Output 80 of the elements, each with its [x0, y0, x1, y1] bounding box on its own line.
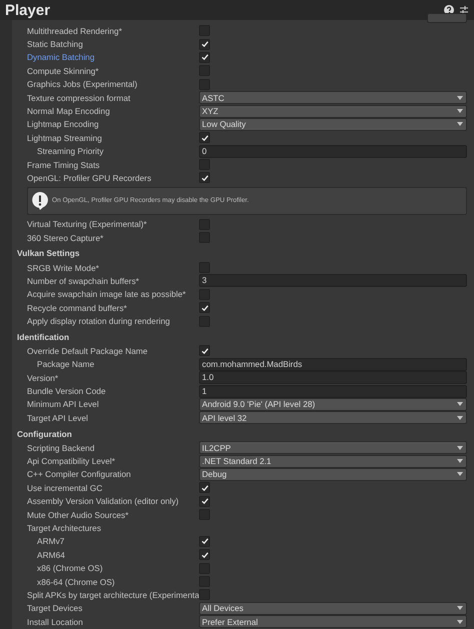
setting-label: Dynamic Batching: [27, 52, 96, 62]
checkbox[interactable]: [199, 496, 210, 507]
setting-label: ARM64: [37, 550, 66, 560]
setting-label: Scripting Backend: [27, 442, 96, 453]
checkbox[interactable]: [199, 172, 210, 184]
setting-label: Target Devices: [27, 603, 84, 614]
setting-label: Target API Level: [27, 412, 89, 423]
setting-label: Assembly Version Validation (editor only): [27, 496, 180, 506]
caret-icon: [457, 122, 463, 126]
caret-icon: [457, 620, 463, 624]
input-field[interactable]: com.mohammed.MadBirds: [199, 358, 467, 371]
checkbox[interactable]: [199, 549, 210, 560]
setting-label: ARMv7: [37, 536, 66, 546]
dropdown[interactable]: API level 32: [199, 411, 467, 424]
caret-icon: [457, 96, 463, 100]
setting-label: Virtual Texturing (Experimental)*: [27, 219, 148, 230]
input-field[interactable]: 3: [199, 274, 467, 288]
dropdown[interactable]: Prefer External: [199, 615, 467, 628]
window-title: Player: [5, 2, 52, 18]
setting-label: Override Default Package Name: [27, 346, 149, 356]
setting-label: 360 Stereo Capture*: [27, 232, 104, 243]
setting-label: Lightmap Encoding: [27, 119, 100, 130]
section-heading: Identification: [17, 330, 70, 344]
caret-icon: [457, 416, 463, 420]
checkbox[interactable]: [199, 38, 210, 50]
checkbox[interactable]: [199, 482, 210, 494]
checkbox[interactable]: [199, 302, 210, 314]
setting-label: Lightmap Streaming: [27, 132, 103, 143]
dropdown[interactable]: Debug: [199, 468, 467, 481]
setting-label: Recycle command buffers*: [27, 302, 128, 313]
dropdown[interactable]: Low Quality: [199, 118, 467, 131]
dropdown[interactable]: .NET Standard 2.1: [199, 454, 467, 468]
caret-icon: [457, 472, 463, 476]
dropdown[interactable]: Android 9.0 'Pie' (API level 28): [199, 398, 467, 411]
setting-label: Use incremental GC: [27, 482, 104, 493]
setting-label: Split APKs by target architecture (Experimenta: [27, 590, 199, 600]
setting-label: Bundle Version Code: [27, 386, 107, 396]
setting-label: Api Compatibility Level*: [27, 456, 116, 466]
checkbox[interactable]: [199, 536, 210, 547]
dropdown[interactable]: ASTC: [199, 91, 467, 104]
input-field[interactable]: 1.0: [199, 371, 467, 384]
setting-label: Install Location: [27, 616, 84, 627]
exclamation-icon: [32, 192, 48, 210]
setting-label: Package Name: [37, 359, 96, 370]
dropdown[interactable]: All Devices: [199, 602, 467, 615]
setting-label: Static Batching: [27, 39, 84, 50]
setting-label: Frame Timing Stats: [27, 160, 101, 170]
caret-icon: [457, 446, 463, 450]
setting-label: Version*: [27, 372, 60, 383]
setting-label: Normal Map Encoding: [27, 106, 111, 116]
section-heading: Configuration: [17, 428, 73, 441]
input-field[interactable]: 0: [199, 144, 467, 158]
checkbox[interactable]: [199, 132, 210, 144]
checkbox[interactable]: [199, 52, 210, 63]
setting-label: C++ Compiler Configuration: [27, 469, 132, 480]
input-field[interactable]: 1: [199, 384, 467, 398]
setting-label: x86-64 (Chrome OS): [37, 576, 116, 587]
setting-label: Compute Skinning*: [27, 66, 100, 76]
setting-label: Minimum API Level: [27, 399, 100, 410]
dropdown[interactable]: IL2CPP: [199, 441, 467, 454]
setting-label: Streaming Priority: [37, 146, 105, 156]
setting-label: OpenGL: Profiler GPU Recorders: [27, 172, 152, 183]
section-heading: Vulkan Settings: [17, 247, 81, 260]
setting-label: Graphics Jobs (Experimental): [27, 79, 138, 90]
setting-label: Number of swapchain buffers*: [27, 276, 140, 286]
setting-label: x86 (Chrome OS): [37, 563, 104, 574]
setting-label: Apply display rotation during rendering: [27, 316, 171, 326]
setting-label: Acquire swapchain image late as possible*: [27, 289, 187, 300]
setting-label: Texture compression format: [27, 92, 132, 103]
caret-icon: [457, 109, 463, 114]
dropdown[interactable]: XYZ: [199, 104, 467, 118]
setting-label: SRGB Write Mode*: [27, 262, 100, 273]
setting-label: Mute Other Audio Sources*: [27, 510, 130, 520]
settings-icon[interactable]: [459, 5, 469, 15]
caret-icon: [457, 606, 463, 610]
caret-icon: [457, 459, 463, 464]
setting-label: Target Architectures: [27, 522, 102, 533]
setting-label: Multithreaded Rendering*: [27, 26, 123, 36]
caret-icon: [457, 402, 463, 406]
checkbox[interactable]: [199, 345, 210, 356]
